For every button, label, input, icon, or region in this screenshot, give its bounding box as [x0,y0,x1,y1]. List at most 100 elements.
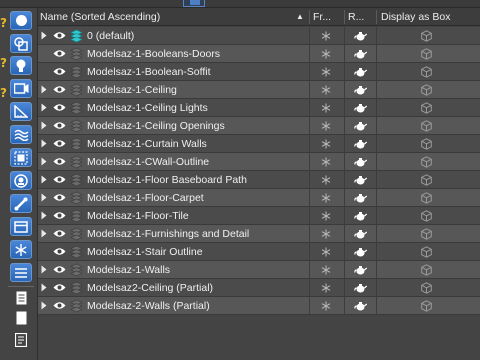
layer-stack-icon[interactable] [70,281,83,298]
visibility-eye-icon[interactable] [53,103,66,115]
expand-arrow-icon[interactable] [41,139,49,149]
freeze-toggle-icon[interactable] [321,139,331,152]
display-as-box-icon[interactable] [421,66,432,81]
render-teapot-icon[interactable] [354,211,368,224]
expand-arrow-icon[interactable] [41,31,49,41]
display-as-box-icon[interactable] [421,300,432,315]
freeze-toggle-icon[interactable] [321,265,331,278]
column-divider[interactable] [376,10,377,24]
display-as-box-icon[interactable] [421,192,432,207]
layer-name[interactable]: Modelsaz-1-Booleans-Doors [87,45,220,63]
display-lights-button[interactable] [10,56,32,75]
list-page-button[interactable] [12,331,30,349]
page-button[interactable] [12,289,30,307]
render-teapot-icon[interactable] [354,283,368,296]
display-as-box-icon[interactable] [421,228,432,243]
layer-row[interactable]: Modelsaz-1-Curtain Walls [38,135,480,153]
display-as-box-icon[interactable] [421,84,432,99]
layer-stack-icon[interactable] [70,119,83,136]
layer-stack-icon[interactable] [70,101,83,118]
display-as-box-icon[interactable] [421,174,432,189]
render-teapot-icon[interactable] [354,139,368,152]
render-teapot-icon[interactable] [354,85,368,98]
layer-row[interactable]: Modelsaz-1-Floor-Carpet [38,189,480,207]
layer-row[interactable]: Modelsaz2-Ceiling (Partial) [38,279,480,297]
layer-row[interactable]: 0 (default) [38,27,480,45]
visibility-eye-icon[interactable] [53,67,66,79]
display-geometry-button[interactable] [10,34,32,53]
visibility-eye-icon[interactable] [53,283,66,295]
display-as-box-icon[interactable] [421,156,432,171]
expand-arrow-icon[interactable] [41,157,49,167]
display-as-box-icon[interactable] [421,282,432,297]
layer-row[interactable]: Modelsaz-1-Furnishings and Detail [38,225,480,243]
render-teapot-icon[interactable] [354,49,368,62]
render-teapot-icon[interactable] [354,193,368,206]
display-spacewarps-button[interactable] [10,125,32,144]
column-divider[interactable] [344,10,345,24]
expand-arrow-icon[interactable] [41,103,49,113]
display-as-box-icon[interactable] [421,246,432,261]
render-column-header[interactable]: R... [346,8,376,26]
toolbar-toggle-button[interactable] [183,0,205,7]
layer-row[interactable]: Modelsaz-1-Booleans-Doors [38,45,480,63]
layer-stack-icon[interactable] [70,83,83,100]
layer-name[interactable]: Modelsaz-1-Boolean-Soffit [87,63,211,81]
layer-row[interactable]: Modelsaz-1-CWall-Outline [38,153,480,171]
layer-stack-icon[interactable] [70,191,83,208]
layer-stack-icon[interactable] [70,209,83,226]
column-divider[interactable] [309,10,310,24]
display-as-box-icon[interactable] [421,138,432,153]
display-helpers-button[interactable] [10,102,32,121]
layer-row[interactable]: Modelsaz-2-Walls (Partial) [38,297,480,315]
freeze-toggle-icon[interactable] [321,247,331,260]
render-teapot-icon[interactable] [354,229,368,242]
display-containers-button[interactable] [10,217,32,236]
render-teapot-icon[interactable] [354,103,368,116]
visibility-eye-icon[interactable] [53,157,66,169]
layer-name[interactable]: Modelsaz-1-Curtain Walls [87,135,207,153]
render-teapot-icon[interactable] [354,301,368,314]
display-frozen-button[interactable] [10,240,32,259]
layer-name[interactable]: Modelsaz2-Ceiling (Partial) [87,279,213,297]
layer-row[interactable]: Modelsaz-1-Ceiling Lights [38,99,480,117]
blank-page-button[interactable] [12,309,30,327]
expand-arrow-icon[interactable] [41,211,49,221]
display-as-box-icon[interactable] [421,102,432,117]
layer-stack-icon[interactable] [70,173,83,190]
layer-stack-icon[interactable] [70,47,83,64]
layer-row[interactable]: Modelsaz-1-Ceiling [38,81,480,99]
display-as-box-icon[interactable] [421,48,432,63]
freeze-toggle-icon[interactable] [321,103,331,116]
layer-row[interactable]: Modelsaz-1-Floor Baseboard Path [38,171,480,189]
freeze-toggle-icon[interactable] [321,85,331,98]
display-xrefs-button[interactable] [10,171,32,190]
freeze-toggle-icon[interactable] [321,175,331,188]
display-groups-button[interactable] [10,148,32,167]
visibility-eye-icon[interactable] [53,193,66,205]
layer-stack-icon[interactable] [70,155,83,172]
layer-name[interactable]: Modelsaz-1-Furnishings and Detail [87,225,249,243]
layer-name[interactable]: 0 (default) [87,27,134,45]
layer-name[interactable]: Modelsaz-1-Floor-Carpet [87,189,204,207]
display-cameras-button[interactable] [10,79,32,98]
visibility-eye-icon[interactable] [53,229,66,241]
display-as-box-icon[interactable] [421,210,432,225]
layer-row[interactable]: Modelsaz-1-Stair Outline [38,243,480,261]
display-as-box-icon[interactable] [421,120,432,135]
render-teapot-icon[interactable] [354,175,368,188]
expand-arrow-icon[interactable] [41,121,49,131]
layer-row[interactable]: Modelsaz-1-Boolean-Soffit [38,63,480,81]
visibility-eye-icon[interactable] [53,211,66,223]
expand-arrow-icon[interactable] [41,229,49,239]
display-bones-button[interactable] [10,194,32,213]
freeze-toggle-icon[interactable] [321,121,331,134]
layer-name[interactable]: Modelsaz-1-Stair Outline [87,243,203,261]
freeze-toggle-icon[interactable] [321,67,331,80]
layer-stack-icon[interactable] [70,245,83,262]
freeze-toggle-icon[interactable] [321,193,331,206]
layer-row[interactable]: Modelsaz-1-Walls [38,261,480,279]
freeze-toggle-icon[interactable] [321,211,331,224]
display-as-box-icon[interactable] [421,30,432,45]
layer-name[interactable]: Modelsaz-1-CWall-Outline [87,153,209,171]
